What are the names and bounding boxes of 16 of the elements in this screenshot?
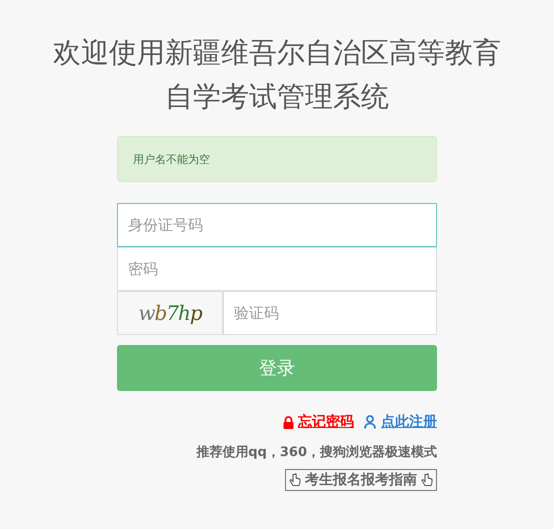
page-title: 自学考试管理系统 — [164, 79, 390, 115]
forgot-password-link[interactable]: 忘记密码 — [298, 413, 354, 431]
id-number-field[interactable]: 身份证号码 — [117, 203, 437, 247]
password-field[interactable]: 密码 — [117, 247, 437, 291]
page-title: 欢迎使用新疆维吾尔自治区高等教育 — [53, 35, 501, 71]
error-alert: 用户名不能为空 — [117, 136, 437, 182]
user-icon — [364, 415, 377, 429]
guide-link[interactable]: 考生报名报考指南 — [285, 469, 437, 491]
hand-icon — [421, 473, 433, 487]
login-button[interactable]: 登录 — [117, 345, 437, 391]
register-link[interactable]: 点此注册 — [381, 413, 437, 431]
captcha-image: wb7hp — [117, 291, 223, 335]
hand-icon — [289, 473, 301, 487]
browser-tip: 推荐使用qq，360，搜狗浏览器极速模式 — [195, 444, 437, 461]
lock-icon — [283, 416, 294, 428]
captcha-field[interactable]: 验证码 — [223, 291, 437, 335]
